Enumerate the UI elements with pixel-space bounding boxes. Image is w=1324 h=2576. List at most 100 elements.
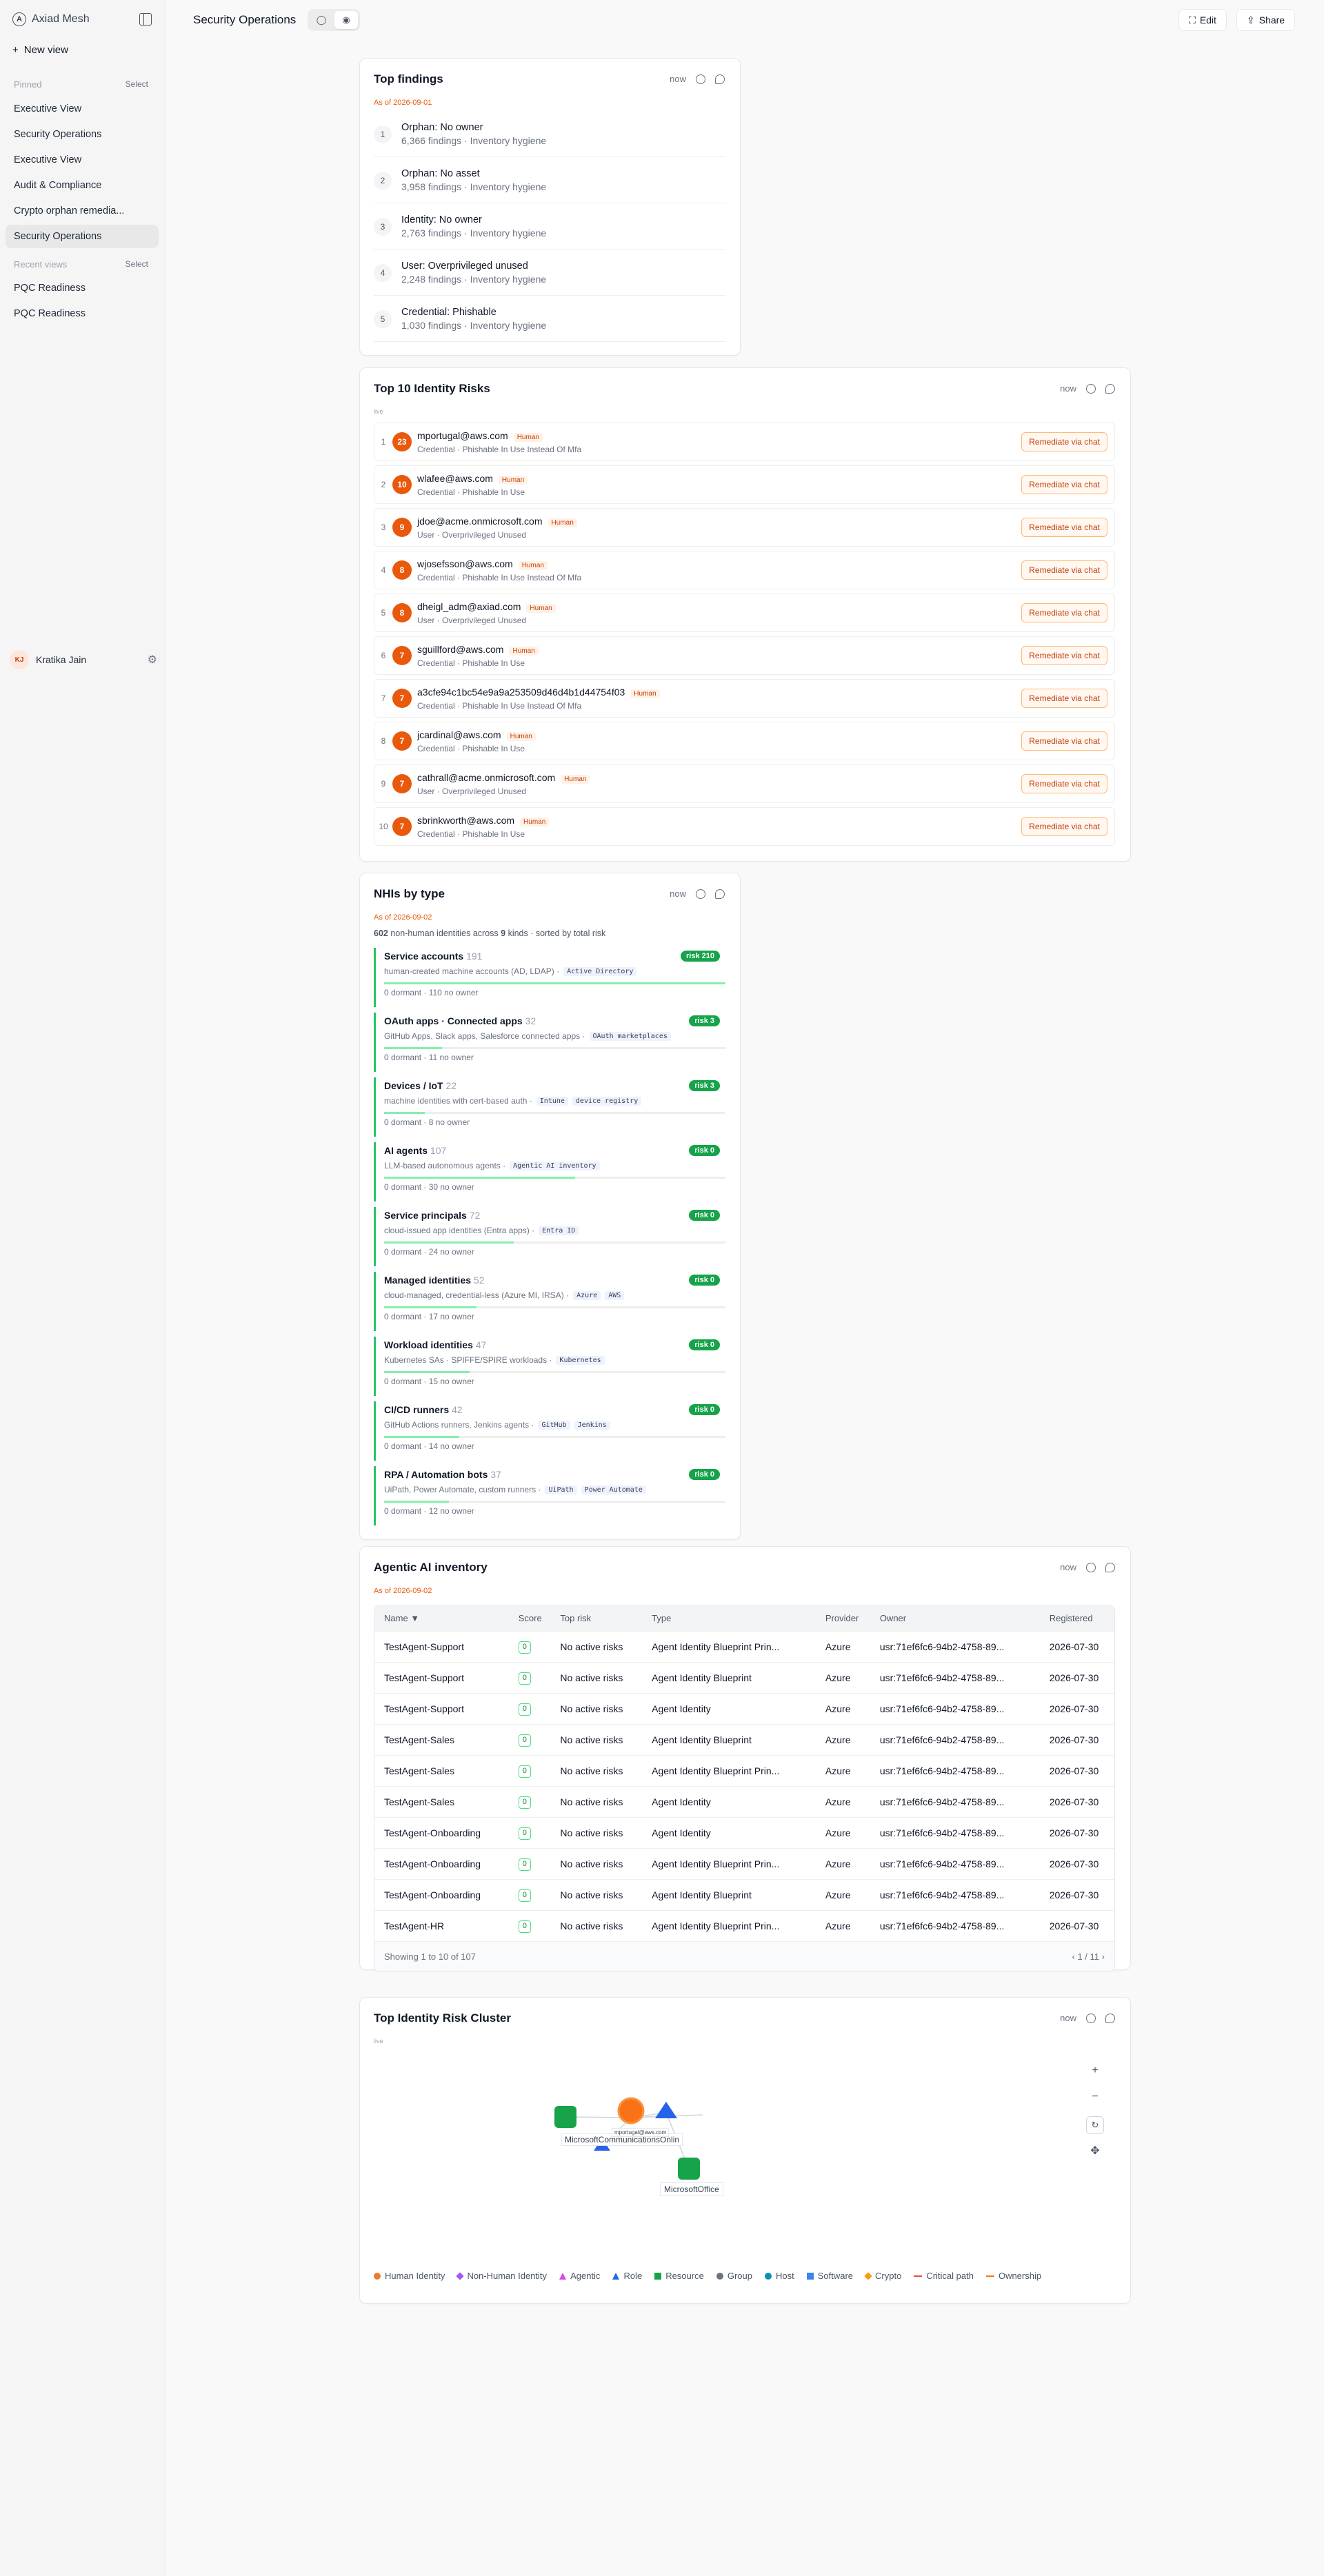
- identity-name[interactable]: cathrall@acme.onmicrosoft.com: [417, 772, 555, 783]
- sidebar-collapse-icon[interactable]: [139, 13, 152, 26]
- identity-risk-row[interactable]: 7 7 a3cfe94c1bc54e9a9a253509d46d4b1d44754f…: [374, 679, 1115, 718]
- legend-item[interactable]: Critical path: [914, 2271, 974, 2281]
- sidebar-item-recent[interactable]: PQC Readiness: [6, 302, 159, 325]
- identity-name[interactable]: wlafee@aws.com: [417, 473, 493, 484]
- sidebar-item-pinned[interactable]: Security Operations: [6, 225, 159, 248]
- identity-name[interactable]: wjosefsson@aws.com: [417, 558, 513, 569]
- sidebar-item-pinned[interactable]: Executive View: [6, 97, 159, 121]
- table-row[interactable]: TestAgent-Sales 0 No active risks Agent Ide…: [374, 1723, 1114, 1755]
- table-row[interactable]: TestAgent-Onboarding 0 No active risks Agen…: [374, 1878, 1114, 1910]
- remediate-button[interactable]: Remediate via chat: [1021, 603, 1107, 622]
- remediate-button[interactable]: Remediate via chat: [1021, 432, 1107, 452]
- nhi-type-row[interactable]: RPA / Automation bots 37 UiPath, Power Au…: [374, 1466, 725, 1525]
- edit-button[interactable]: ⛶ Edit: [1178, 9, 1227, 31]
- chat-icon[interactable]: [1105, 1562, 1115, 1572]
- identity-name[interactable]: jcardinal@aws.com: [417, 729, 501, 740]
- remediate-button[interactable]: Remediate via chat: [1021, 731, 1107, 751]
- identity-risk-row[interactable]: 1 23 mportugal@aws.com Human Credential · Ph…: [374, 423, 1115, 461]
- legend-item[interactable]: Host: [764, 2271, 794, 2281]
- column-header[interactable]: Provider: [815, 1606, 870, 1631]
- table-row[interactable]: TestAgent-Sales 0 No active risks Agent Ide…: [374, 1754, 1114, 1786]
- legend-item[interactable]: Crypto: [864, 2271, 901, 2281]
- legend-item[interactable]: Non-Human Identity: [456, 2271, 547, 2281]
- identity-name[interactable]: jdoe@acme.onmicrosoft.com: [417, 516, 543, 527]
- finding-row[interactable]: 1 Orphan: No owner 6,366 findings · Invent…: [374, 112, 725, 157]
- refresh-icon[interactable]: [1086, 1562, 1096, 1572]
- identity-name[interactable]: dheigl_adm@axiad.com: [417, 601, 521, 612]
- remediate-button[interactable]: Remediate via chat: [1021, 475, 1107, 494]
- brand[interactable]: A Axiad Mesh: [12, 12, 90, 26]
- refresh-icon[interactable]: [1086, 383, 1096, 394]
- legend-item[interactable]: Software: [806, 2271, 853, 2281]
- table-row[interactable]: TestAgent-Onboarding 0 No active risks Agen…: [374, 1816, 1114, 1848]
- identity-risk-row[interactable]: 10 7 sbrinkworth@aws.com Human Credential · …: [374, 807, 1115, 846]
- refresh-icon[interactable]: [696, 889, 705, 899]
- chat-mode-icon[interactable]: ◯: [310, 11, 333, 29]
- next-page-icon[interactable]: ›: [1102, 1951, 1105, 1962]
- share-button[interactable]: ⇪ Share: [1236, 9, 1296, 31]
- remediate-button[interactable]: Remediate via chat: [1021, 689, 1107, 708]
- sidebar-item-pinned[interactable]: Crypto orphan remedia...: [6, 199, 159, 223]
- nhi-type-row[interactable]: OAuth apps · Connected apps 32 GitHub App…: [374, 1013, 725, 1072]
- nhi-type-row[interactable]: Service principals 72 cloud-issued app id…: [374, 1207, 725, 1266]
- legend-item[interactable]: Group: [716, 2271, 752, 2281]
- table-row[interactable]: TestAgent-Support 0 No active risks Agent I…: [374, 1661, 1114, 1693]
- column-header[interactable]: Top risk: [550, 1606, 643, 1631]
- nhi-type-row[interactable]: Devices / IoT 22 machine identities with …: [374, 1077, 725, 1137]
- legend-item[interactable]: Agentic: [559, 2271, 600, 2281]
- fit-view-icon[interactable]: ✥: [1086, 2144, 1104, 2158]
- remediate-button[interactable]: Remediate via chat: [1021, 774, 1107, 793]
- prev-page-icon[interactable]: ‹: [1072, 1951, 1075, 1962]
- column-header[interactable]: Registered: [1039, 1606, 1114, 1631]
- pinned-select-button[interactable]: Select: [126, 79, 148, 90]
- chat-icon[interactable]: [715, 74, 725, 84]
- zoom-in-icon[interactable]: +: [1086, 2065, 1104, 2077]
- identity-name[interactable]: sguillford@aws.com: [417, 644, 503, 655]
- column-header[interactable]: Type: [642, 1606, 816, 1631]
- identity-risk-row[interactable]: 3 9 jdoe@acme.onmicrosoft.com Human User · O…: [374, 508, 1115, 547]
- reset-view-icon[interactable]: ↻: [1086, 2116, 1104, 2134]
- cluster-graph[interactable]: [360, 1998, 1132, 2260]
- column-header[interactable]: Owner: [870, 1606, 1040, 1631]
- recent-select-button[interactable]: Select: [126, 259, 148, 270]
- sidebar-item-pinned[interactable]: Security Operations: [6, 123, 159, 146]
- sidebar-item-pinned[interactable]: Executive View: [6, 148, 159, 172]
- nhi-type-row[interactable]: CI/CD runners 42 GitHub Actions runners, …: [374, 1401, 725, 1461]
- chat-icon[interactable]: [1105, 383, 1115, 394]
- gear-icon[interactable]: ⚙: [148, 653, 157, 667]
- remediate-button[interactable]: Remediate via chat: [1021, 646, 1107, 665]
- nhi-type-row[interactable]: Managed identities 52 cloud-managed, cred…: [374, 1272, 725, 1331]
- table-row[interactable]: TestAgent-Support 0 No active risks Agent I…: [374, 1692, 1114, 1724]
- identity-risk-row[interactable]: 9 7 cathrall@acme.onmicrosoft.com Human User…: [374, 764, 1115, 803]
- new-view-button[interactable]: + New view: [12, 44, 68, 56]
- table-row[interactable]: TestAgent-HR 0 No active risks Agent Identi…: [374, 1909, 1114, 1941]
- table-row[interactable]: TestAgent-Sales 0 No active risks Agent Ide…: [374, 1785, 1114, 1817]
- identity-risk-row[interactable]: 5 8 dheigl_adm@axiad.com Human User · Overpr…: [374, 594, 1115, 632]
- identity-name[interactable]: mportugal@aws.com: [417, 430, 508, 441]
- refresh-icon[interactable]: [696, 74, 705, 84]
- zoom-out-icon[interactable]: −: [1086, 2091, 1104, 2103]
- table-row[interactable]: TestAgent-Onboarding 0 No active risks Agen…: [374, 1847, 1114, 1879]
- finding-row[interactable]: 4 User: Overprivileged unused 2,248 findin…: [374, 250, 725, 296]
- identity-risk-row[interactable]: 4 8 wjosefsson@aws.com Human Credential · Ph…: [374, 551, 1115, 589]
- legend-item[interactable]: Ownership: [985, 2271, 1041, 2281]
- column-header[interactable]: Score: [508, 1606, 551, 1631]
- identity-risk-row[interactable]: 6 7 sguillford@aws.com Human Credential · Ph…: [374, 636, 1115, 675]
- identity-name[interactable]: a3cfe94c1bc54e9a9a253509d46d4b1d44754f03: [417, 687, 625, 698]
- identity-risk-row[interactable]: 2 10 wlafee@aws.com Human Credential · Phish…: [374, 465, 1115, 504]
- chat-icon[interactable]: [715, 889, 725, 899]
- column-header[interactable]: Name ▼: [374, 1606, 509, 1631]
- remediate-button[interactable]: Remediate via chat: [1021, 518, 1107, 537]
- finding-row[interactable]: 5 Credential: Phishable 1,030 findings · I…: [374, 296, 725, 342]
- user-profile[interactable]: KJ Kratika Jain ⚙: [10, 650, 157, 669]
- eye-mode-icon[interactable]: ◉: [334, 11, 358, 29]
- sidebar-item-pinned[interactable]: Audit & Compliance: [6, 174, 159, 197]
- finding-row[interactable]: 2 Orphan: No asset 3,958 findings · Invent…: [374, 158, 725, 203]
- finding-row[interactable]: 3 Identity: No owner 2,763 findings · Inve…: [374, 204, 725, 250]
- remediate-button[interactable]: Remediate via chat: [1021, 560, 1107, 580]
- nhi-type-row[interactable]: AI agents 107 LLM-based autonomous agents…: [374, 1142, 725, 1201]
- remediate-button[interactable]: Remediate via chat: [1021, 817, 1107, 836]
- nhi-type-row[interactable]: Workload identities 47 Kubernetes SAs · S…: [374, 1337, 725, 1396]
- legend-item[interactable]: Role: [612, 2271, 642, 2281]
- table-row[interactable]: TestAgent-Support 0 No active risks Agent I…: [374, 1630, 1114, 1662]
